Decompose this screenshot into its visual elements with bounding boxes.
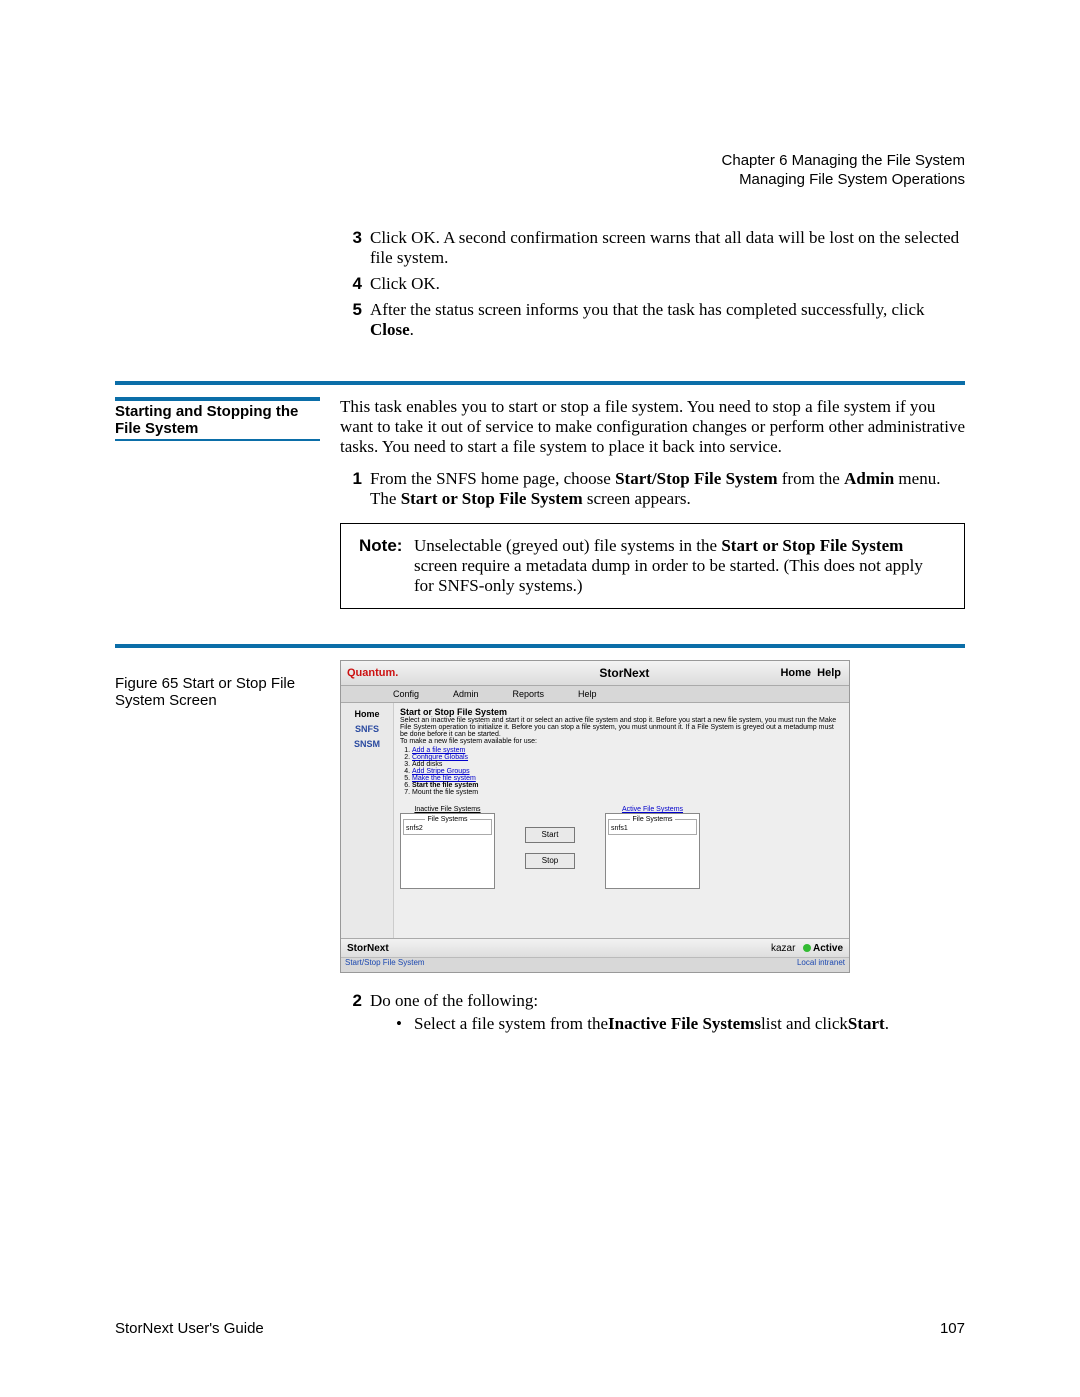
menu-admin[interactable]: Admin xyxy=(453,689,479,699)
figure-caption: Figure 65 Start or Stop File System Scre… xyxy=(115,675,320,709)
inactive-item[interactable]: snfs2 xyxy=(406,825,423,832)
status-dot-icon xyxy=(803,944,811,952)
step-5: 5After the status screen informs you tha… xyxy=(340,300,965,340)
help-link[interactable]: Help xyxy=(817,667,841,679)
footer-page: 107 xyxy=(940,1320,965,1337)
panel-desc: Select an inactive file system and start… xyxy=(400,717,843,738)
shot-main: Start or Stop File System Select an inac… xyxy=(394,703,849,938)
nav-home[interactable]: Home xyxy=(341,709,393,719)
inactive-list[interactable]: File Systemssnfs2 xyxy=(400,813,495,889)
page-header: Chapter 6 Managing the File System Manag… xyxy=(115,152,965,188)
shot-taskbar: Start/Stop File System Local intranet xyxy=(341,957,849,972)
section-heading: Starting and Stopping the File System xyxy=(115,397,320,441)
active-item[interactable]: snfs1 xyxy=(611,825,628,832)
header-chapter: Chapter 6 Managing the File System xyxy=(115,152,965,169)
shot-statusbar: StorNext kazar Active xyxy=(341,938,849,957)
panel-text-mount: Mount the file system xyxy=(412,789,478,796)
note-label: Note: xyxy=(359,536,414,596)
nav-snsm[interactable]: SNSM xyxy=(341,739,393,749)
panel-link-add-fs[interactable]: Add a file system xyxy=(412,747,465,754)
panel-steps: Add a file system Configure Globals Add … xyxy=(400,747,843,796)
figure-divider xyxy=(115,644,965,648)
shot-menubar: Config Admin Reports Help xyxy=(341,686,849,703)
panel-link-globals[interactable]: Configure Globals xyxy=(412,754,468,761)
shot-titlebar: Quantum. StorNext Home Help xyxy=(341,661,849,686)
home-link[interactable]: Home xyxy=(780,667,811,679)
panel-leadin: To make a new file system available for … xyxy=(400,738,843,745)
shot-sidebar: Home SNFS SNSM xyxy=(341,703,394,938)
app-title: StorNext xyxy=(468,666,780,680)
page-footer: StorNext User's Guide 107 xyxy=(115,1320,965,1337)
nav-snfs[interactable]: SNFS xyxy=(341,724,393,734)
section-divider xyxy=(115,381,965,385)
step-2: 2 Do one of the following: Select a file… xyxy=(340,991,965,1040)
stop-button[interactable]: Stop xyxy=(525,853,575,869)
footer-guide: StorNext User's Guide xyxy=(115,1320,264,1337)
start-button[interactable]: Start xyxy=(525,827,575,843)
note-box: Note: Unselectable (greyed out) file sys… xyxy=(340,523,965,609)
panel-link-stripe[interactable]: Add Stripe Groups xyxy=(412,768,470,775)
active-label: Active File Systems xyxy=(605,806,700,813)
header-section: Managing File System Operations xyxy=(115,171,965,188)
steps-list-a: 3Click OK. A second confirmation screen … xyxy=(340,228,965,340)
panel-text-start: Start the file system xyxy=(412,782,479,789)
step-4: 4Click OK. xyxy=(340,274,965,294)
panel-text-disks: Add disks xyxy=(412,761,442,768)
panel-link-make[interactable]: Make the file system xyxy=(412,775,476,782)
inactive-label: Inactive File Systems xyxy=(400,806,495,813)
panel-title: Start or Stop File System xyxy=(400,707,843,717)
step-3: 3Click OK. A second confirmation screen … xyxy=(340,228,965,268)
host-label: kazar xyxy=(771,943,795,954)
active-list[interactable]: File Systemssnfs1 xyxy=(605,813,700,889)
menu-config[interactable]: Config xyxy=(393,689,419,699)
menu-help[interactable]: Help xyxy=(578,689,597,699)
section-intro: This task enables you to start or stop a… xyxy=(340,397,965,457)
bullet-select-inactive: Select a file system from the Inactive F… xyxy=(396,1014,965,1034)
menu-reports[interactable]: Reports xyxy=(513,689,545,699)
step-1-choose: 1From the SNFS home page, choose Start/S… xyxy=(340,469,965,509)
status-text: Active xyxy=(813,943,843,954)
brand-logo: Quantum. xyxy=(341,667,398,679)
screenshot: Quantum. StorNext Home Help Config Admin… xyxy=(340,660,850,973)
